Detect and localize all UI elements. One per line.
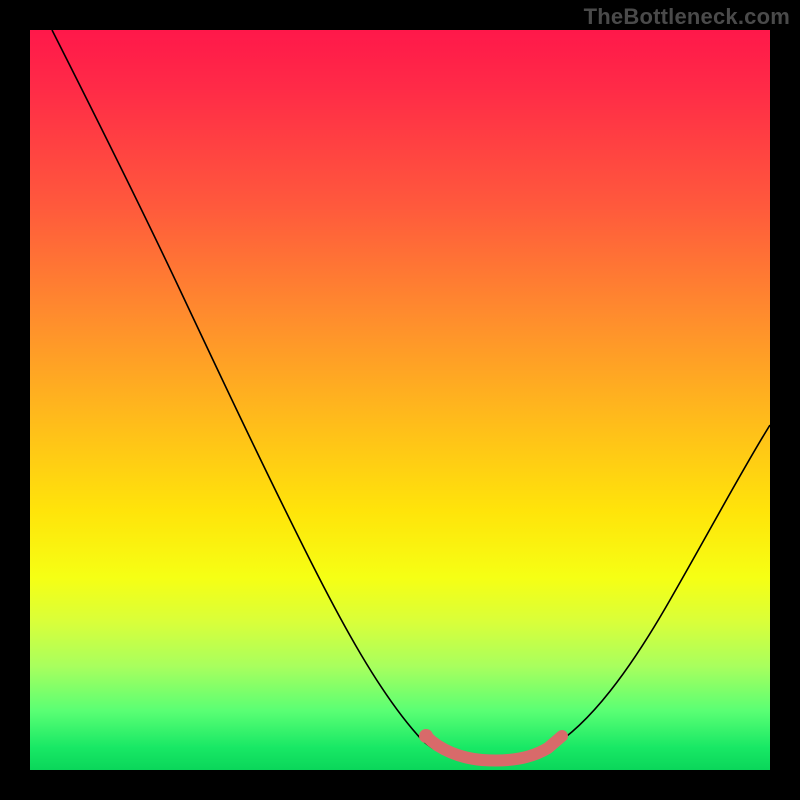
- highlight-band: [426, 736, 562, 761]
- main-curve: [52, 30, 770, 761]
- plot-area: [30, 30, 770, 770]
- highlight-dot: [419, 729, 433, 743]
- chart-frame: TheBottleneck.com: [0, 0, 800, 800]
- curve-layer: [30, 30, 770, 770]
- watermark-text: TheBottleneck.com: [584, 4, 790, 30]
